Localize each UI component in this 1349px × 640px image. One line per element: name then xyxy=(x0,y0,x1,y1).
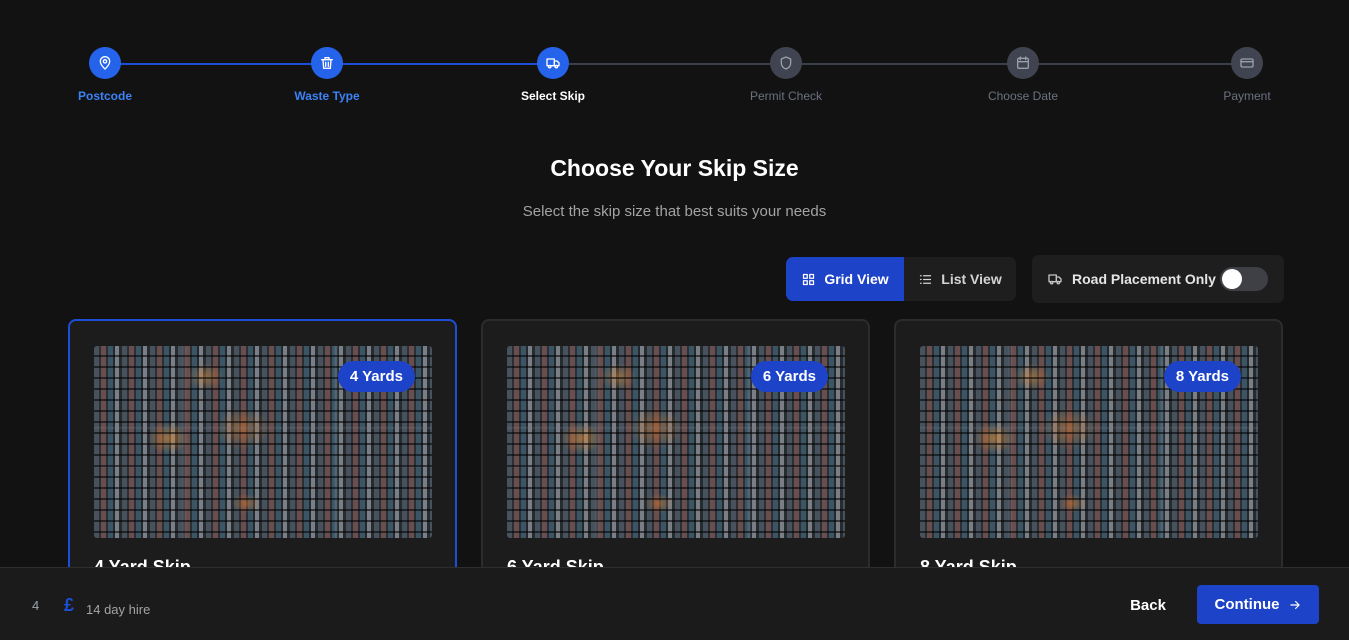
step-select-skip[interactable]: Select Skip xyxy=(483,47,623,103)
page-subtitle: Select the skip size that best suits you… xyxy=(522,203,827,220)
stepper-track-pending xyxy=(553,63,1246,65)
back-button[interactable]: Back xyxy=(1116,586,1180,624)
step-label: Permit Check xyxy=(749,89,823,103)
skip-size-badge: 8 Yards xyxy=(1163,361,1241,392)
credit-card-icon xyxy=(1231,47,1263,79)
continue-label: Continue xyxy=(1214,596,1280,613)
skip-size-badge: 4 Yards xyxy=(337,361,415,392)
continue-button[interactable]: Continue xyxy=(1197,585,1319,624)
grid-view-button[interactable]: Grid View xyxy=(786,257,904,301)
skip-size-badge: 6 Yards xyxy=(750,361,828,392)
calendar-icon xyxy=(1007,47,1039,79)
step-label: Choose Date xyxy=(987,89,1059,103)
view-toggle: Grid View List View xyxy=(786,257,1016,301)
hire-period: 14 day hire xyxy=(86,602,151,617)
progress-stepper: Postcode Waste Type Select Skip Permit C… xyxy=(0,0,1349,120)
road-placement-label: Road Placement Only xyxy=(1072,271,1216,287)
list-view-label: List View xyxy=(941,271,1002,287)
switch-knob xyxy=(1222,269,1242,289)
step-permit-check[interactable]: Permit Check xyxy=(716,47,856,103)
shield-icon xyxy=(770,47,802,79)
map-pin-icon xyxy=(89,47,121,79)
road-placement-switch[interactable] xyxy=(1220,267,1268,291)
page-title: Choose Your Skip Size xyxy=(550,155,799,181)
road-placement-filter: Road Placement Only xyxy=(1032,255,1284,303)
step-postcode[interactable]: Postcode xyxy=(35,47,175,103)
list-view-button[interactable]: List View xyxy=(904,257,1016,301)
grid-icon xyxy=(803,273,815,285)
list-icon xyxy=(920,274,932,284)
pound-icon: £ xyxy=(64,595,75,615)
step-label: Waste Type xyxy=(294,89,360,103)
step-payment[interactable]: Payment xyxy=(1177,47,1317,103)
step-label: Payment xyxy=(1223,89,1271,103)
bottom-action-bar: 4 £ 14 day hire Back Continue xyxy=(0,567,1349,640)
step-label: Select Skip xyxy=(520,89,586,103)
step-label: Postcode xyxy=(77,89,132,103)
arrow-right-icon xyxy=(1289,600,1300,609)
step-choose-date[interactable]: Choose Date xyxy=(953,47,1093,103)
trash-icon xyxy=(311,47,343,79)
step-waste-type[interactable]: Waste Type xyxy=(257,47,397,103)
grid-view-label: Grid View xyxy=(824,271,889,287)
truck-icon xyxy=(1048,274,1062,285)
skip-count: 4 xyxy=(32,598,40,613)
truck-icon xyxy=(537,47,569,79)
